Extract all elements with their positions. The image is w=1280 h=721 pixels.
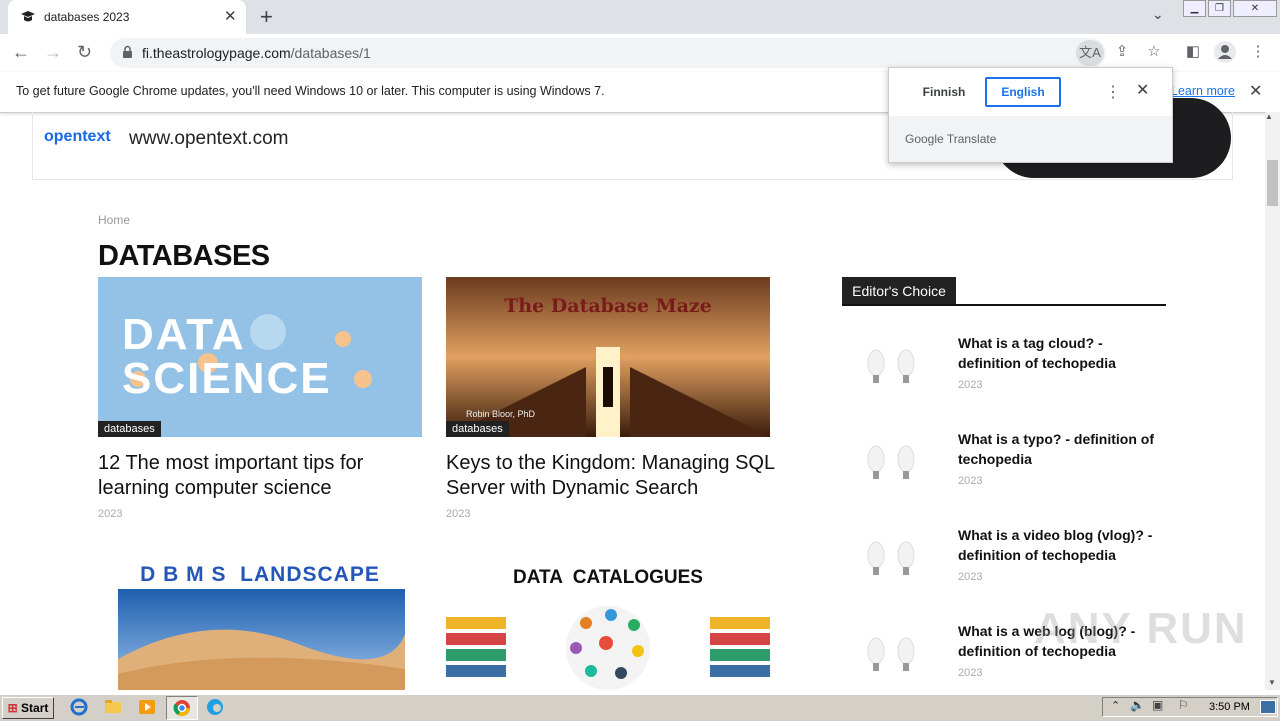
translate-bubble: Finnish English ⋮ ✕ Google Translate [888,67,1173,163]
post-title[interactable]: 12 The most important tips for learning … [98,451,428,501]
infobar-message: To get future Google Chrome updates, you… [16,84,605,98]
url-text: fi.theastrologypage.com/databases/1 [142,45,371,61]
post-title[interactable]: Keys to the Kingdom: Managing SQL Server… [446,451,776,501]
category-badge[interactable]: databases [446,421,509,437]
lightbulb-thumbnail[interactable] [854,531,934,589]
chrome-menu-icon[interactable]: ⋮ [1246,42,1270,64]
translate-options-icon[interactable]: ⋮ [1105,82,1121,102]
anyrun-watermark: ANY RUN [1034,604,1248,653]
page-title: DATABASES [98,240,270,272]
editors-choice-label: Editor's Choice [842,277,956,305]
source-language-tab[interactable]: Finnish [905,77,983,107]
editors-choice-year: 2023 [958,571,983,583]
post-image-caption: Robin Bloor, PhD [466,409,536,419]
learn-more-link[interactable]: Learn more [1171,84,1235,98]
taskbar-clock[interactable]: 3:50 PM [1209,701,1250,713]
tray-expand-icon[interactable]: ⌃ [1111,699,1120,712]
translate-close-icon[interactable]: ✕ [1136,80,1149,100]
restore-button[interactable]: ❐ [1208,0,1231,17]
chrome-icon [173,700,191,717]
internet-explorer-icon[interactable] [70,698,88,716]
person-icon [1218,45,1232,59]
breadcrumb[interactable]: Home [98,213,130,227]
post-image[interactable]: DATA SCIENCE databases [98,277,422,437]
media-player-icon[interactable] [138,698,156,716]
post-image[interactable]: DATA CATALOGUES [446,555,770,690]
scroll-down-arrow-icon[interactable]: ▼ [1268,678,1276,687]
category-badge[interactable]: databases [98,421,161,437]
show-desktop-icon[interactable] [1260,700,1276,714]
taskbar-chrome-button[interactable] [166,696,198,720]
google-translate-brand: Google Translate [905,132,997,146]
lightbulb-thumbnail[interactable] [854,339,934,397]
post-image-text: DATA SCIENCE [122,310,332,403]
file-explorer-icon[interactable] [104,698,122,716]
edge-icon[interactable] [206,698,224,716]
post-image[interactable]: The Database Maze Robin Bloor, PhD datab… [446,277,770,437]
site-favicon-icon [21,11,35,22]
editors-choice-title[interactable]: What is a tag cloud? - definition of tec… [958,333,1168,373]
translate-icon[interactable]: 文A [1076,40,1104,66]
scrollbar-thumb[interactable] [1267,160,1278,206]
editors-choice-year: 2023 [958,667,983,679]
post-image[interactable]: D B M S LANDSCAPE [98,555,422,690]
volume-icon[interactable]: 🔈 [1130,698,1145,712]
forward-arrow-icon[interactable]: → [44,42,62,63]
scroll-up-arrow-icon[interactable]: ▲ [1265,112,1273,121]
close-window-button[interactable]: ✕ [1233,0,1277,17]
back-arrow-icon[interactable]: ← [12,42,30,63]
post-year: 2023 [446,508,471,520]
post-year: 2023 [98,508,123,520]
editors-choice-title[interactable]: What is a video blog (vlog)? - definitio… [958,525,1168,565]
post-image-text: DATA CATALOGUES [513,567,703,588]
post-image-text: The Database Maze [504,295,712,317]
lock-icon [123,45,132,58]
network-icon[interactable]: ▣ [1152,698,1163,712]
action-center-flag-icon[interactable]: ⚐ [1178,698,1189,712]
data-catalogues-illustration [446,606,770,690]
lightbulb-thumbnail[interactable] [854,435,934,493]
share-icon[interactable]: ⇪ [1110,42,1134,64]
start-label: Start [21,701,49,715]
ad-url[interactable]: www.opentext.com [129,128,288,150]
tab-search-chevron-icon[interactable]: ⌄ [1152,6,1164,23]
editors-choice-title[interactable]: What is a typo? - definition of techoped… [958,429,1168,469]
tab-close-icon[interactable]: ✕ [224,7,237,25]
profile-avatar-icon[interactable] [1214,41,1236,63]
editors-choice-year: 2023 [958,475,983,487]
minimize-button[interactable]: ▁ [1183,0,1206,17]
editors-choice-year: 2023 [958,379,983,391]
ad-logo: opentext [44,128,111,145]
windows-flag-icon: ⊞ [7,701,18,715]
target-language-tab[interactable]: English [985,77,1061,107]
browser-tab[interactable]: databases 2023 ✕ [8,0,246,34]
new-tab-button[interactable]: + [260,4,273,30]
system-tray [1102,697,1278,717]
desert-illustration [118,589,405,690]
start-button[interactable]: ⊞ Start [2,697,54,719]
bookmark-star-icon[interactable]: ☆ [1142,42,1166,64]
side-panel-icon[interactable]: ◧ [1181,42,1205,64]
tab-title: databases 2023 [44,10,130,24]
translate-footer: Google Translate [889,116,1172,162]
lightbulb-thumbnail[interactable] [854,627,934,685]
editors-choice-rule [842,304,1166,306]
address-bar[interactable]: fi.theastrologypage.com/databases/1 [110,38,1106,68]
infobar-close-icon[interactable]: ✕ [1249,81,1262,101]
post-image-text: D B M S LANDSCAPE [140,563,380,586]
reload-icon[interactable]: ↻ [77,42,92,63]
